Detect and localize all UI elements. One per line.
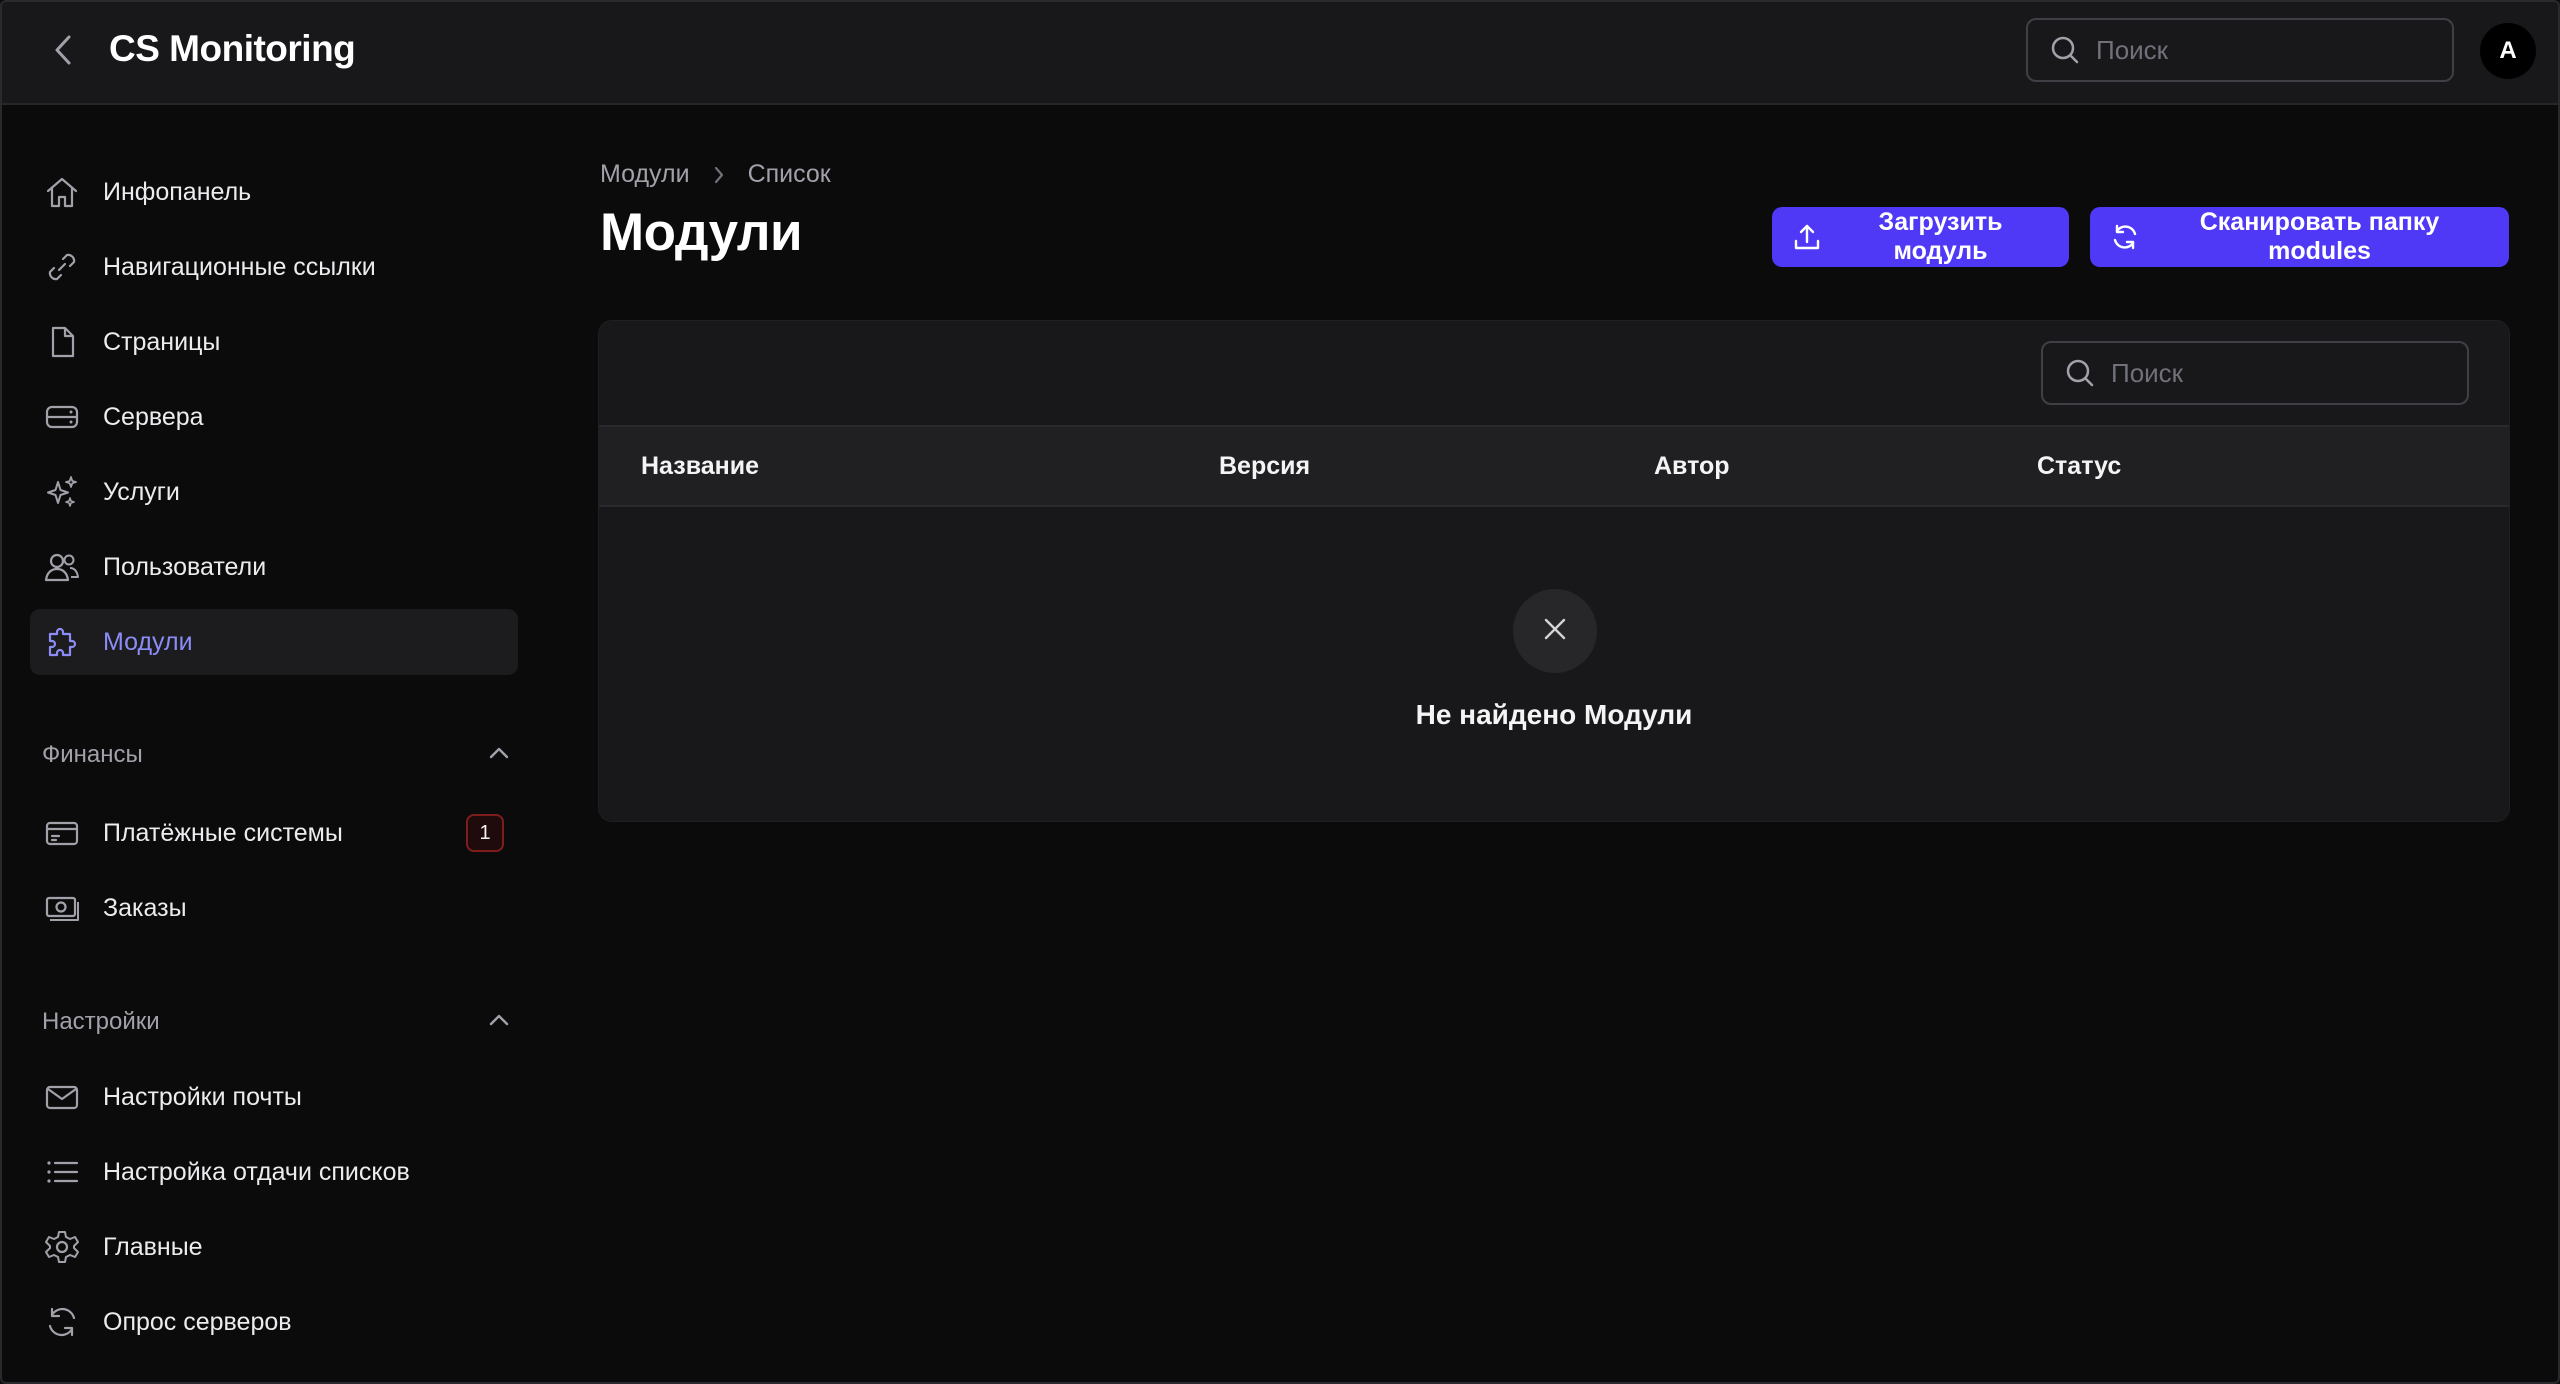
chevron-right-icon [712,164,726,186]
empty-state-icon [1513,589,1597,673]
link-icon [30,249,94,285]
sidebar-item-label: Модули [103,627,193,656]
sidebar-item-label: Настройка отдачи списков [103,1157,410,1186]
close-icon [1541,615,1569,648]
app-title: CS Monitoring [109,28,356,69]
mail-icon [30,1079,94,1115]
sidebar-item-servers[interactable]: Сервера [30,384,518,450]
page-title: Модули [600,203,803,262]
sidebar-item-orders[interactable]: Заказы [30,875,518,941]
sidebar-item-users[interactable]: Пользователи [30,534,518,600]
modules-table-card: Название Версия Автор Статус Не найдено … [598,320,2510,822]
chevron-left-icon [51,33,77,72]
sidebar-item-label: Платёжные системы [103,818,343,847]
column-header-name[interactable]: Название [641,427,759,505]
settings-group-toggle[interactable]: Настройки [42,1000,510,1044]
sidebar-item-label: Пользователи [103,552,267,581]
chevron-up-icon [488,1013,510,1032]
search-icon [2065,358,2095,388]
credit-card-icon [30,815,94,851]
breadcrumb-current: Список [747,160,831,188]
sidebar-item-modules[interactable]: Модули [30,609,518,675]
sidebar-item-label: Главные [103,1232,203,1261]
table-header: Название Версия Автор Статус [599,425,2509,507]
sidebar-item-nav-links[interactable]: Навигационные ссылки [30,234,518,300]
sidebar-item-label: Навигационные ссылки [103,252,376,281]
avatar[interactable]: A [2480,23,2536,79]
group-label: Финансы [42,741,143,768]
upload-module-label: Загрузить модуль [1878,208,2003,265]
sidebar-item-server-polling[interactable]: Опрос серверов [30,1289,518,1355]
sidebar-item-label: Сервера [103,402,204,431]
column-header-author[interactable]: Автор [1654,427,1730,505]
home-icon [30,174,94,210]
list-icon [30,1154,94,1190]
sidebar: Инфопанель Навигационные ссылки Страницы… [2,107,542,1382]
global-search[interactable] [2026,18,2454,82]
sidebar-item-label: Настройки почты [103,1082,302,1111]
refresh-icon [2110,222,2140,252]
sidebar-item-dashboard[interactable]: Инфопанель [30,159,518,225]
back-button[interactable] [42,30,86,74]
table-search[interactable] [2041,341,2469,405]
empty-state-text: Не найдено Модули [1415,699,1693,730]
upload-module-button[interactable]: Загрузить модуль [1772,207,2069,267]
sidebar-item-label: Страницы [103,327,221,356]
upload-icon [1792,222,1822,252]
search-icon [2050,35,2080,65]
sidebar-item-label: Опрос серверов [103,1307,292,1336]
sidebar-item-payment-systems[interactable]: Платёжные системы 1 [30,800,518,866]
banknote-icon [30,890,94,926]
column-header-version[interactable]: Версия [1219,427,1310,505]
scan-modules-folder-button[interactable]: Сканировать папку modules [2090,207,2509,267]
finance-group-toggle[interactable]: Финансы [42,733,510,777]
sidebar-item-services[interactable]: Услуги [30,459,518,525]
gear-icon [30,1229,94,1265]
top-bar: CS Monitoring A [2,2,2558,105]
users-icon [30,549,94,585]
breadcrumb-link-modules[interactable]: Модули [600,160,690,189]
sidebar-item-label: Услуги [103,477,180,506]
group-label: Настройки [42,1008,160,1035]
sidebar-item-label: Инфопанель [103,177,252,206]
global-search-input[interactable] [2094,33,2394,67]
server-icon [30,399,94,435]
notification-badge: 1 [466,814,504,852]
table-search-input[interactable] [2109,356,2409,390]
document-icon [30,324,94,360]
sidebar-item-general[interactable]: Главные [30,1214,518,1280]
breadcrumb: Модули Список [600,160,831,189]
sidebar-item-label: Заказы [103,893,187,922]
sidebar-item-mail-settings[interactable]: Настройки почты [30,1064,518,1130]
puzzle-icon [30,624,94,660]
refresh-icon [30,1304,94,1340]
sidebar-item-list-settings[interactable]: Настройка отдачи списков [30,1139,518,1205]
scan-modules-label: Сканировать папку modules [2199,208,2440,265]
app-window: CS Monitoring A Инфопанель Навигационные… [0,0,2560,1384]
sidebar-item-pages[interactable]: Страницы [30,309,518,375]
sparkles-icon [30,474,94,510]
chevron-up-icon [488,746,510,765]
column-header-status[interactable]: Статус [2037,427,2121,505]
